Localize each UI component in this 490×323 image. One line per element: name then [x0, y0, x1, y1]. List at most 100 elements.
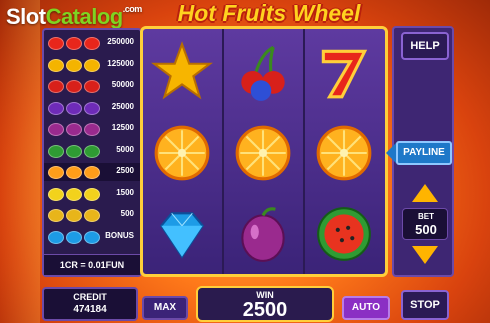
max-bet-button[interactable]: MAX: [142, 296, 188, 320]
diamond-icon: [66, 230, 82, 244]
diamond-icon: [151, 203, 213, 265]
bet-display: BET 500: [402, 208, 448, 240]
orange-icon: [48, 166, 64, 179]
reel-cell: [226, 114, 300, 192]
seven-icon: [313, 41, 375, 103]
credit-label: CREDIT: [73, 292, 107, 302]
help-button[interactable]: HELP: [401, 32, 449, 60]
credit-display: CREDIT 474184: [42, 287, 138, 321]
credit-value: 474184: [73, 304, 107, 315]
paytable-value: 2500: [116, 166, 134, 175]
paytable-value: 50000: [111, 80, 134, 89]
lemon-icon: [66, 187, 82, 201]
reel-cell: [145, 114, 219, 192]
reel-cell: [145, 33, 219, 111]
star-icon: [84, 58, 100, 72]
paytable-symbol-group: [48, 80, 100, 93]
reel-cell: [145, 195, 219, 273]
reels-frame: [140, 26, 388, 277]
paytable-symbol-group: [48, 187, 100, 201]
seven-icon: [84, 37, 100, 50]
conversion-rate: 1CR = 0.01FUN: [44, 254, 140, 275]
bet-decrease-button[interactable]: [412, 246, 438, 264]
slotcatalog-logo: SlotCatalog.com: [6, 4, 142, 30]
logo-com-text: .com: [122, 4, 143, 14]
paytable-value: 500: [120, 209, 134, 218]
orange-icon: [66, 166, 82, 179]
grapes-icon: [84, 101, 100, 115]
paytable-row: BONUS: [44, 228, 140, 246]
paytable-symbol-group: [48, 101, 100, 115]
paytable-value: 12500: [111, 123, 134, 132]
plum-icon: [66, 123, 82, 136]
paytable-symbol-group: [48, 230, 100, 244]
seven-icon: [48, 37, 64, 50]
autoplay-button[interactable]: AUTO: [342, 296, 390, 320]
paytable-row: 12500: [44, 120, 140, 138]
paytable-row: 50000: [44, 77, 140, 95]
logo-catalog-text: Catalog: [45, 4, 124, 29]
paytable-value: 25000: [111, 101, 134, 111]
paytable-row: 2500: [44, 163, 140, 181]
win-display: WIN 2500: [196, 286, 334, 322]
reel-cell: [307, 33, 381, 111]
paytable-symbol-group: [48, 37, 100, 50]
reel-cell: [307, 114, 381, 192]
star-icon: [66, 58, 82, 72]
paytable-symbol-group: [48, 123, 100, 136]
diamond-icon: [48, 230, 64, 244]
lemon-icon: [84, 187, 100, 201]
stop-button[interactable]: STOP: [401, 290, 449, 320]
cherries-icon: [66, 80, 82, 93]
bet-label: BET: [418, 212, 434, 221]
paytable-row: 250000: [44, 34, 140, 52]
paytable-row: 5000: [44, 142, 140, 160]
diamond-icon: [84, 230, 100, 244]
paytable-value: 5000: [116, 144, 134, 154]
win-value: 2500: [242, 299, 288, 321]
star-icon: [151, 41, 213, 103]
watermelon-icon: [66, 144, 82, 158]
paytable-row: 1500: [44, 185, 140, 203]
reel-2: [224, 29, 302, 274]
lemon-icon: [48, 187, 64, 201]
plum-icon: [232, 203, 294, 265]
orange-icon: [232, 122, 294, 184]
seven-icon: [66, 37, 82, 50]
plum-icon: [84, 123, 100, 136]
paytable-value: BONUS: [105, 230, 134, 240]
reel-cell: [226, 33, 300, 111]
orange-icon: [151, 122, 213, 184]
paytable-value: 250000: [107, 37, 134, 46]
bell-icon: [66, 209, 82, 222]
grapes-icon: [66, 101, 82, 115]
bet-value: 500: [415, 222, 437, 237]
paytable-row: 125000: [44, 56, 140, 74]
paytable-symbol-group: [48, 209, 100, 222]
bet-increase-button[interactable]: [412, 184, 438, 202]
paytable: 1CR = 0.01FUN 250000 125000 50000 25000 1250…: [42, 28, 142, 277]
paytable-value: 125000: [107, 58, 134, 68]
star-icon: [48, 58, 64, 72]
paytable-row: 500: [44, 206, 140, 224]
cherries-icon: [232, 41, 294, 103]
paytable-value: 1500: [116, 187, 134, 197]
payline-button[interactable]: PAYLINE: [396, 141, 452, 165]
reel-3: [305, 29, 383, 274]
cherries-icon: [84, 80, 100, 93]
bell-icon: [84, 209, 100, 222]
paytable-symbol-group: [48, 166, 100, 179]
bell-icon: [48, 209, 64, 222]
paytable-symbol-group: [48, 58, 100, 72]
watermelon-icon: [48, 144, 64, 158]
watermelon-icon: [313, 203, 375, 265]
grapes-icon: [48, 101, 64, 115]
reel-1: [143, 29, 221, 274]
logo-slot-text: Slot: [6, 4, 46, 29]
watermelon-icon: [84, 144, 100, 158]
reel-cell: [226, 195, 300, 273]
paytable-row: 25000: [44, 99, 140, 117]
game-title: Hot Fruits Wheel: [177, 0, 361, 26]
orange-icon: [84, 166, 100, 179]
plum-icon: [48, 123, 64, 136]
